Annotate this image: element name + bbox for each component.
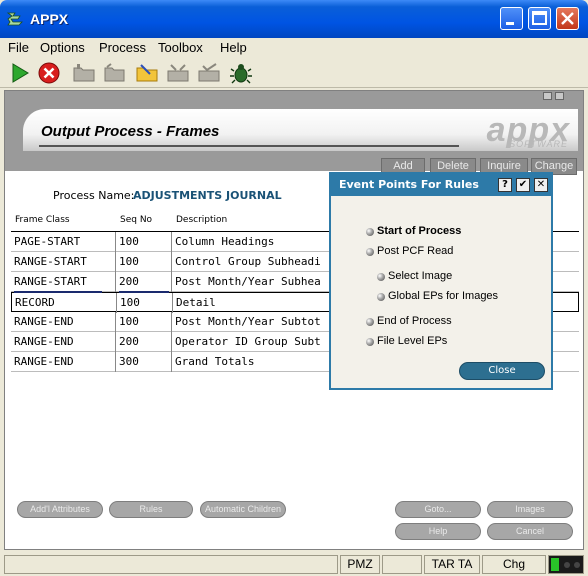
ep-global-eps-for-images[interactable]: Global EPs for Images — [388, 290, 498, 302]
bug-icon[interactable] — [229, 62, 253, 84]
process-name-value: ADJUSTMENTS JOURNAL — [133, 189, 282, 202]
images-button[interactable]: Images — [487, 501, 573, 518]
close-icon — [561, 12, 574, 25]
banner-panel: Output Process - Frames appx SOFTWARE — [23, 109, 578, 151]
ep-end-of-process[interactable]: End of Process — [377, 315, 452, 327]
status-bar: PMZ TAR TA Chg — [0, 552, 588, 576]
menu-toolbox[interactable]: Toolbox — [158, 40, 203, 55]
page-title: Output Process - Frames — [41, 123, 220, 140]
event-points-dialog: Event Points For Rules ? ✔ ✕ Start of Pr… — [329, 172, 553, 390]
folder-icon[interactable] — [72, 62, 96, 84]
description-cell[interactable]: Control Group Subheadi — [172, 252, 332, 272]
frame-class-cell[interactable]: PAGE-START — [11, 232, 116, 252]
automatic-children-button[interactable]: Automatic Children — [200, 501, 286, 518]
dialog-close-button[interactable]: Close — [459, 362, 545, 380]
activity-light-icon — [551, 558, 580, 571]
column-header-frame-class: Frame Class — [15, 215, 70, 225]
frame-class-cell[interactable]: RECORD — [12, 293, 117, 313]
seq-no-cell[interactable]: 100 — [116, 232, 172, 252]
goto-button[interactable]: Goto... — [395, 501, 481, 518]
radio-bullet-icon — [366, 228, 374, 236]
tray-icon[interactable] — [166, 62, 190, 84]
dialog-title-text: Event Points For Rules — [339, 178, 479, 191]
description-cell[interactable]: Column Headings — [172, 232, 332, 252]
frame-class-cell[interactable]: RANGE-END — [11, 352, 116, 372]
folder-open-icon[interactable] — [103, 62, 127, 84]
appx-app-icon — [6, 12, 23, 26]
inner-window-titlebar — [5, 91, 583, 101]
menu-options[interactable]: Options — [40, 40, 85, 55]
seq-no-cell[interactable]: 100 — [117, 293, 173, 313]
description-cell[interactable]: Detail — [173, 293, 333, 313]
status-chg: Chg — [482, 555, 546, 574]
radio-bullet-icon — [366, 318, 374, 326]
dialog-ok-button[interactable]: ✔ — [516, 178, 530, 192]
close-window-button[interactable] — [556, 7, 579, 30]
seq-no-cell[interactable]: 200 — [116, 272, 172, 292]
window-title: APPX — [30, 11, 69, 27]
folder-star-icon[interactable] — [135, 62, 159, 84]
radio-bullet-icon — [377, 293, 385, 301]
menu-process[interactable]: Process — [99, 40, 146, 55]
process-name-label: Process Name: — [53, 189, 135, 202]
menu-bar: File Options Process Toolbox Help — [0, 38, 588, 58]
status-pmz: PMZ — [340, 555, 380, 574]
description-cell[interactable]: Post Month/Year Subhea — [172, 272, 332, 292]
rules-button[interactable]: Rules — [109, 501, 193, 518]
maximize-button[interactable] — [528, 7, 551, 30]
selection-underline-frame-class — [14, 291, 102, 293]
frame-class-cell[interactable]: RANGE-START — [11, 252, 116, 272]
frame-class-cell[interactable]: RANGE-START — [11, 272, 116, 292]
cancel-button[interactable]: Cancel — [487, 523, 573, 540]
ep-start-of-process[interactable]: Start of Process — [377, 225, 461, 237]
seq-no-cell[interactable]: 100 — [116, 312, 172, 332]
minimize-icon — [506, 22, 514, 25]
status-led-icon — [548, 555, 584, 574]
tray-check-icon[interactable] — [197, 62, 221, 84]
status-tar: TAR TA — [424, 555, 480, 574]
stop-icon[interactable] — [37, 62, 61, 84]
inner-maximize-button[interactable] — [555, 92, 564, 100]
ep-select-image[interactable]: Select Image — [388, 270, 452, 282]
ep-post-pcf-read[interactable]: Post PCF Read — [377, 245, 453, 257]
help-button[interactable]: Help — [395, 523, 481, 540]
description-cell[interactable]: Operator ID Group Subt — [172, 332, 332, 352]
menu-file[interactable]: File — [8, 40, 29, 55]
column-header-seq-no: Seq No — [120, 215, 153, 225]
seq-no-cell[interactable]: 300 — [116, 352, 172, 372]
radio-bullet-icon — [366, 338, 374, 346]
column-header-description: Description — [176, 215, 228, 225]
banner: Output Process - Frames appx SOFTWARE Ad… — [5, 101, 583, 175]
seq-no-cell[interactable]: 100 — [116, 252, 172, 272]
addl-attributes-button[interactable]: Add'l Attributes — [17, 501, 103, 518]
description-cell[interactable]: Grand Totals — [172, 352, 332, 372]
seq-no-cell[interactable]: 200 — [116, 332, 172, 352]
minimize-button[interactable] — [500, 7, 523, 30]
maximize-icon — [532, 11, 547, 25]
frame-class-cell[interactable]: RANGE-END — [11, 332, 116, 352]
dialog-help-button[interactable]: ? — [498, 178, 512, 192]
ep-file-level-eps[interactable]: File Level EPs — [377, 335, 447, 347]
toolbar — [0, 58, 588, 88]
banner-divider — [39, 145, 459, 147]
play-icon[interactable] — [8, 62, 32, 84]
radio-bullet-icon — [377, 273, 385, 281]
frame-class-cell[interactable]: RANGE-END — [11, 312, 116, 332]
description-cell[interactable]: Post Month/Year Subtot — [172, 312, 332, 332]
title-bar: APPX — [0, 0, 588, 38]
dialog-close-x-button[interactable]: ✕ — [534, 178, 548, 192]
menu-help[interactable]: Help — [220, 40, 247, 55]
inner-minimize-button[interactable] — [543, 92, 552, 100]
selection-underline-seq-no — [119, 291, 169, 293]
appx-logo-subtitle: SOFTWARE — [509, 139, 568, 149]
radio-bullet-icon — [366, 248, 374, 256]
status-empty-pane — [382, 555, 422, 574]
status-message-pane — [4, 555, 338, 574]
